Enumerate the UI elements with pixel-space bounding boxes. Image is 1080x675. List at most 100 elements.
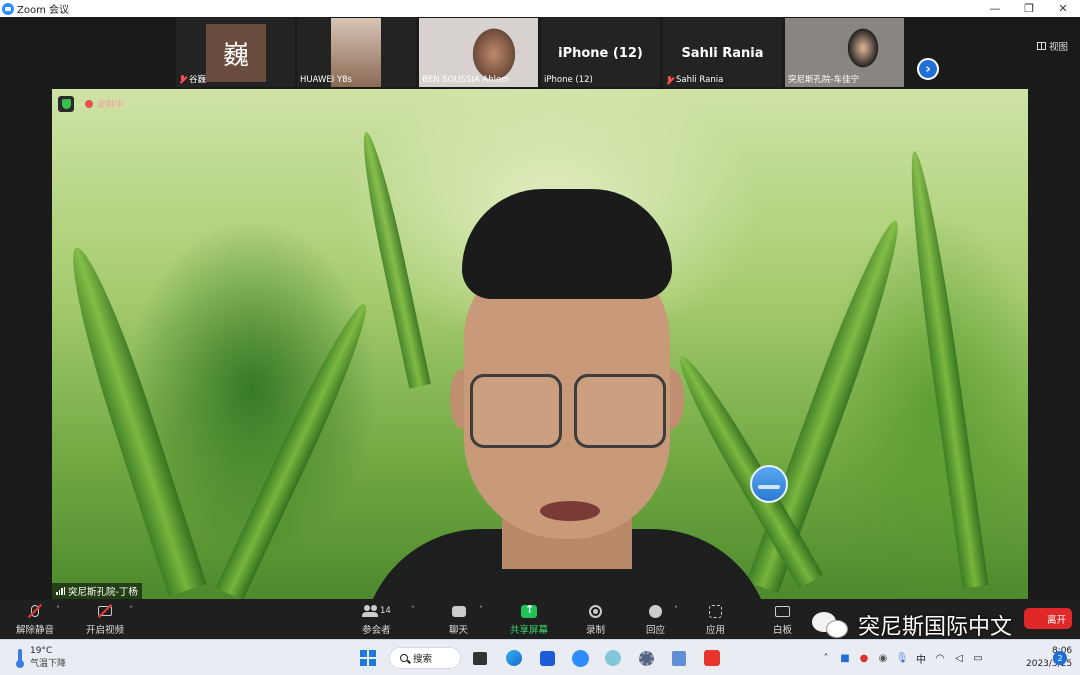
wps-icon bbox=[704, 650, 720, 666]
mic-muted-icon bbox=[666, 75, 673, 85]
apps-icon bbox=[709, 604, 722, 618]
chevron-up-icon[interactable]: ˄ bbox=[479, 605, 483, 614]
weather-temperature: 19°C bbox=[30, 646, 53, 656]
leave-button[interactable]: 离开 bbox=[1024, 608, 1072, 629]
participant-tile[interactable]: Sahli Rania Sahli Rania bbox=[663, 18, 782, 87]
view-button[interactable]: 视图 bbox=[1036, 39, 1068, 53]
participant-name: 谷巍 bbox=[189, 75, 207, 85]
wechat-watermark: 突尼斯国际中文 bbox=[812, 609, 1012, 641]
participant-name: HUAWEI Y8s bbox=[300, 75, 352, 85]
emoji-icon bbox=[649, 604, 662, 618]
ime-indicator[interactable]: 中 bbox=[915, 652, 927, 666]
title-bar: Zoom 会议 — ❐ ✕ bbox=[0, 0, 1080, 17]
background-grass bbox=[901, 149, 989, 589]
windows-logo-icon bbox=[360, 650, 376, 666]
tray-app-icon[interactable]: ◉ bbox=[877, 652, 889, 664]
zoom-logo-icon bbox=[2, 2, 14, 15]
app-icon bbox=[605, 650, 621, 666]
volume-icon[interactable]: ◁ bbox=[953, 652, 965, 664]
background-grass bbox=[57, 241, 207, 597]
tray-app-icon[interactable]: ● bbox=[858, 652, 870, 664]
wechat-logo-icon bbox=[812, 610, 852, 640]
notification-badge[interactable]: 2 bbox=[1053, 651, 1067, 665]
speaker-person bbox=[362, 189, 772, 599]
participant-display-name: Sahli Rania bbox=[681, 46, 764, 61]
participant-tile[interactable]: 巍 谷巍 bbox=[176, 18, 295, 87]
app-shortcut[interactable] bbox=[668, 647, 690, 669]
gear-icon bbox=[638, 650, 654, 666]
share-screen-button[interactable]: 共享屏幕 bbox=[510, 602, 548, 637]
start-button[interactable] bbox=[357, 647, 379, 669]
speaker-name-tag: 突尼斯孔院-丁杨 bbox=[52, 583, 142, 599]
battery-icon[interactable]: ▭ bbox=[972, 652, 984, 664]
minimize-button[interactable]: — bbox=[978, 0, 1012, 17]
recording-icon bbox=[85, 100, 93, 108]
recording-label: 录制中 bbox=[97, 100, 125, 110]
weather-widget[interactable]: 19°C 气温下降 bbox=[16, 646, 66, 669]
task-view-icon bbox=[473, 651, 487, 665]
participant-name: iPhone (12) bbox=[544, 75, 593, 85]
app-icon bbox=[672, 650, 686, 666]
start-video-button[interactable]: ˄ 开启视频 bbox=[86, 602, 133, 636]
active-speaker-video: 录制中 突尼斯孔院-丁杨 bbox=[52, 89, 1028, 599]
whiteboard-button[interactable]: 白板 bbox=[773, 602, 792, 636]
floating-app-bubble[interactable] bbox=[750, 465, 788, 503]
participant-tile[interactable]: BEN SOUSSIA Ahlem bbox=[419, 18, 538, 87]
search-icon bbox=[400, 654, 408, 662]
participant-name: BEN SOUSSIA Ahlem bbox=[422, 75, 510, 85]
participant-tile[interactable]: HUAWEI Y8s bbox=[297, 18, 416, 87]
participant-tile[interactable]: 突尼斯孔院-车佳宁 bbox=[785, 18, 904, 87]
edge-icon bbox=[506, 650, 522, 666]
window-controls: — ❐ ✕ bbox=[978, 0, 1080, 17]
chevron-up-icon[interactable]: ˄ bbox=[820, 652, 832, 664]
unmute-button[interactable]: ˄ 解除静音 bbox=[16, 602, 60, 636]
chevron-up-icon[interactable]: ˄ bbox=[411, 605, 415, 614]
chevron-up-icon[interactable]: ˄ bbox=[129, 605, 133, 614]
apps-button[interactable]: 应用 bbox=[706, 602, 725, 636]
watermark-text: 突尼斯国际中文 bbox=[858, 615, 1013, 640]
reactions-button[interactable]: ˄ 回应 bbox=[646, 602, 678, 636]
participants-button[interactable]: 14 ˄ 参会者 bbox=[362, 602, 415, 636]
participant-display-name: iPhone (12) bbox=[558, 46, 643, 61]
wifi-icon[interactable]: ◠ bbox=[934, 652, 946, 664]
avatar: 巍 bbox=[206, 24, 266, 82]
whiteboard-icon bbox=[775, 605, 790, 617]
participants-count: 14 bbox=[380, 606, 391, 616]
record-button[interactable]: 录制 bbox=[586, 602, 605, 636]
wps-app[interactable] bbox=[701, 647, 723, 669]
task-view-button[interactable] bbox=[469, 647, 491, 669]
app-shortcut[interactable] bbox=[602, 647, 624, 669]
window-title: Zoom 会议 bbox=[17, 5, 70, 16]
system-tray: ˄ ■ ● ◉ 🎙 中 ◠ ◁ ▭ bbox=[820, 640, 984, 675]
view-label: 视图 bbox=[1048, 42, 1068, 53]
zoom-icon bbox=[571, 649, 589, 667]
participants-icon bbox=[362, 605, 378, 617]
maximize-button[interactable]: ❐ bbox=[1012, 0, 1046, 17]
close-button[interactable]: ✕ bbox=[1046, 0, 1080, 17]
tray-app-icon[interactable]: ■ bbox=[839, 652, 851, 664]
share-screen-icon bbox=[521, 603, 537, 618]
zoom-app[interactable] bbox=[569, 647, 591, 669]
chevron-up-icon[interactable]: ˄ bbox=[56, 605, 60, 614]
chevron-up-icon[interactable]: ˄ bbox=[674, 605, 678, 614]
microphone-icon[interactable]: 🎙 bbox=[896, 652, 909, 664]
next-page-button[interactable]: › bbox=[917, 58, 939, 80]
security-shield-icon[interactable] bbox=[58, 96, 74, 112]
participant-tile[interactable]: iPhone (12) iPhone (12) bbox=[541, 18, 660, 87]
mic-muted-icon bbox=[179, 74, 186, 84]
speaker-name: 突尼斯孔院-丁杨 bbox=[68, 587, 138, 598]
weather-description: 气温下降 bbox=[30, 659, 67, 669]
grid-view-icon bbox=[1036, 42, 1046, 50]
chevron-right-icon: › bbox=[925, 61, 931, 77]
zoom-window: Zoom 会议 — ❐ ✕ 巍 谷巍 HUAWEI Y8s BEN SOUSSI… bbox=[0, 0, 1080, 675]
search-label: 搜索 bbox=[413, 654, 433, 665]
windows-taskbar: 19°C 气温下降 搜索 ˄ ■ ● ◉ 🎙 中 ◠ ◁ ▭ 2023/3/25… bbox=[0, 639, 1080, 675]
edge-app[interactable] bbox=[503, 647, 525, 669]
app-shortcut[interactable] bbox=[536, 647, 558, 669]
taskbar-search[interactable]: 搜索 bbox=[389, 647, 461, 669]
settings-app[interactable] bbox=[635, 647, 657, 669]
signal-strength-icon bbox=[56, 587, 65, 595]
chat-button[interactable]: ˄ 聊天 bbox=[449, 602, 483, 636]
thermometer-icon bbox=[16, 648, 24, 668]
record-icon bbox=[589, 604, 602, 618]
